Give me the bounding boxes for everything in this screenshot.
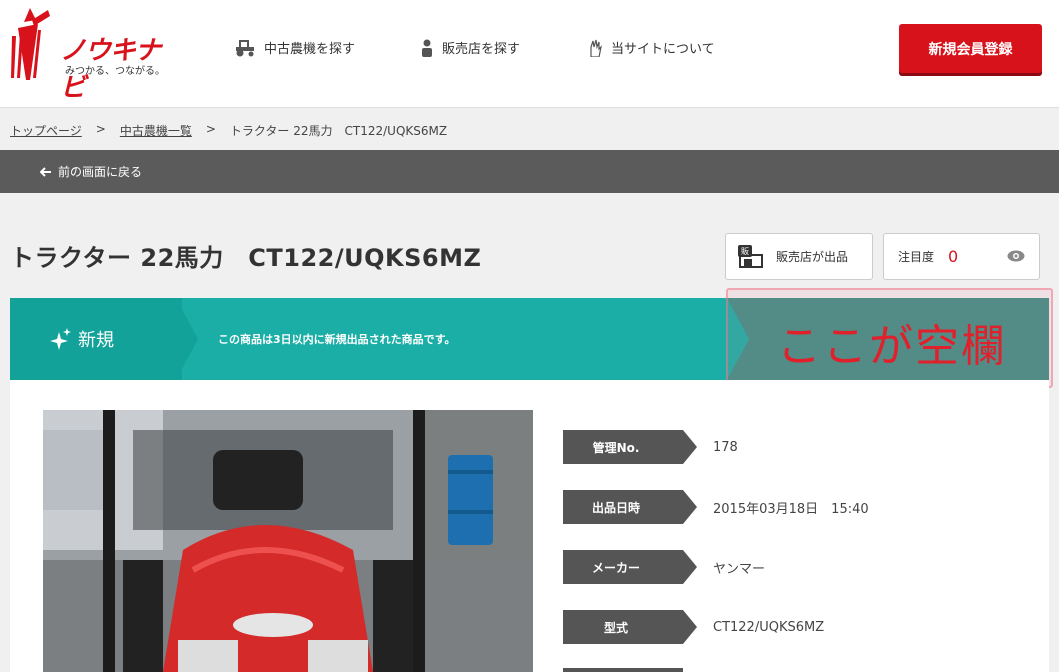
- spec-label: 出品日時: [563, 490, 697, 524]
- nav-label: 中古農機を探す: [264, 42, 356, 57]
- breadcrumb: トップページ > 中古農機一覧 > トラクター 22馬力 CT122/UQKS6…: [10, 122, 447, 139]
- attention-label: 注目度: [898, 250, 935, 264]
- banner-arrow: [176, 298, 198, 380]
- sparkle-icon: [50, 328, 71, 350]
- dealer-listing-badge: 販 販売店が出品: [725, 233, 873, 280]
- hand-icon: [590, 39, 602, 57]
- nav-label: 当サイトについて: [611, 42, 715, 57]
- svg-text:販: 販: [741, 246, 749, 256]
- breadcrumb-current: トラクター 22馬力 CT122/UQKS6MZ: [229, 124, 448, 138]
- spec-label: 管理No.: [563, 430, 697, 464]
- logo-tagline: みつかる、つながる。: [65, 66, 165, 77]
- breadcrumb-home[interactable]: トップページ: [10, 122, 82, 139]
- attention-box: 注目度 0: [883, 233, 1040, 280]
- breadcrumb-separator: >: [205, 122, 216, 136]
- spec-value: 178: [713, 439, 738, 455]
- arrow-left-icon: [40, 166, 51, 177]
- spec-row-model: 型式 CT122/UQKS6MZ: [563, 610, 824, 644]
- nav-dealers[interactable]: 販売店を探す: [420, 38, 520, 57]
- spec-row-next-partial: [563, 668, 683, 672]
- back-label: 前の画面に戻る: [58, 165, 143, 179]
- spec-value: 2015年03月18日 15:40: [713, 501, 869, 517]
- spec-value: ヤンマー: [713, 561, 766, 577]
- banner-message: この商品は3日以内に新規出品された商品です。: [218, 333, 456, 346]
- shop-icon: 販: [738, 244, 763, 268]
- eye-icon: [1007, 250, 1025, 262]
- breadcrumb-separator: >: [95, 122, 106, 136]
- site-logo[interactable]: ノウキナビ みつかる、つながる。: [10, 6, 180, 103]
- nav-label: 販売店を探す: [442, 42, 521, 57]
- tractor-icon: [236, 39, 254, 56]
- attention-count: 0: [948, 247, 959, 266]
- product-photo[interactable]: [43, 410, 533, 672]
- banner-new-text: 新規: [78, 330, 114, 351]
- annotation-text: ここが空欄: [777, 321, 1007, 372]
- spec-row-maker: メーカー ヤンマー: [563, 550, 765, 584]
- register-button[interactable]: 新規会員登録: [899, 24, 1042, 73]
- spec-row-listed-date: 出品日時 2015年03月18日 15:40: [563, 490, 869, 524]
- banner-new-label: 新規: [50, 326, 114, 352]
- page-title: トラクター 22馬力 CT122/UQKS6MZ: [10, 244, 482, 272]
- spec-row-management-no: 管理No. 178: [563, 430, 738, 464]
- tractor-photo-illustration: [43, 410, 533, 672]
- breadcrumb-used-list[interactable]: 中古農機一覧: [120, 122, 192, 139]
- site-header: ノウキナビ みつかる、つながる。 中古農機を探す 販売店を探す 当サイトについて…: [0, 0, 1059, 108]
- spec-value: CT122/UQKS6MZ: [713, 619, 825, 635]
- nav-about[interactable]: 当サイトについて: [587, 38, 715, 57]
- person-icon: [422, 39, 432, 57]
- dealer-label: 販売店が出品: [776, 250, 849, 264]
- spec-label: 型式: [563, 610, 697, 644]
- spec-label: メーカー: [563, 550, 697, 584]
- nav-used-machinery[interactable]: 中古農機を探す: [234, 38, 355, 57]
- back-bar[interactable]: 前の画面に戻る: [0, 150, 1059, 193]
- logo-mark-icon: [11, 8, 50, 80]
